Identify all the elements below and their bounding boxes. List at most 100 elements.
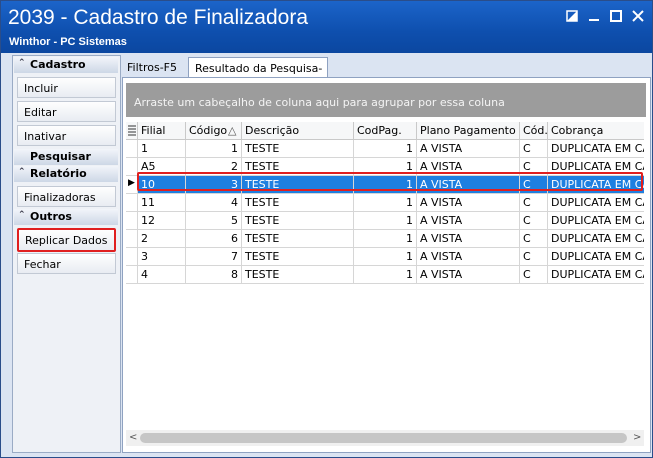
column-header-plano-pagamento[interactable]: Plano Pagamento [417, 122, 520, 139]
row-indicator[interactable] [126, 212, 138, 229]
row-indicator[interactable] [126, 140, 138, 157]
cell-plano-pagamento[interactable]: A VISTA [417, 176, 520, 193]
table-row[interactable]: 4 8 TESTE 1 A VISTA C DUPLICATA EM CAR [126, 266, 644, 284]
cell-filial[interactable]: 4 [138, 266, 186, 283]
cell-filial[interactable]: 11 [138, 194, 186, 211]
section-pesquisar[interactable]: Pesquisar [14, 149, 118, 165]
cell-descricao[interactable]: TESTE [242, 176, 354, 193]
cell-codpag[interactable]: 1 [354, 158, 417, 175]
cell-plano-pagamento[interactable]: A VISTA [417, 248, 520, 265]
cell-plano-pagamento[interactable]: A VISTA [417, 266, 520, 283]
cell-descricao[interactable]: TESTE [242, 266, 354, 283]
cell-descricao[interactable]: TESTE [242, 140, 354, 157]
table-row[interactable]: 3 7 TESTE 1 A VISTA C DUPLICATA EM CAR [126, 248, 644, 266]
cell-plano-pagamento[interactable]: A VISTA [417, 230, 520, 247]
column-header-cobranca[interactable]: Cobrança [548, 122, 644, 139]
maximize-icon[interactable] [606, 9, 626, 27]
table-row[interactable]: ▶ 10 3 TESTE 1 A VISTA C DUPLICATA EM CA [126, 176, 644, 194]
cell-cobranca[interactable]: DUPLICATA EM CAR [548, 230, 644, 247]
cell-cod[interactable]: C [520, 248, 548, 265]
cell-codigo[interactable]: 3 [186, 176, 242, 193]
cell-cobranca[interactable]: DUPLICATA EM CAR [548, 212, 644, 229]
horizontal-scrollbar[interactable]: < > [126, 430, 644, 446]
cell-plano-pagamento[interactable]: A VISTA [417, 158, 520, 175]
cell-filial[interactable]: 12 [138, 212, 186, 229]
row-indicator[interactable] [126, 194, 138, 211]
cell-filial[interactable]: 3 [138, 248, 186, 265]
cell-cod[interactable]: C [520, 158, 548, 175]
cell-cod[interactable]: C [520, 140, 548, 157]
editar-button[interactable]: Editar [17, 101, 116, 122]
scroll-right-icon[interactable]: > [633, 432, 641, 443]
cell-cod[interactable]: C [520, 194, 548, 211]
cell-descricao[interactable]: TESTE [242, 248, 354, 265]
restore-icon[interactable] [562, 9, 582, 27]
table-row[interactable]: 1 1 TESTE 1 A VISTA C DUPLICATA EM CAR [126, 140, 644, 158]
row-indicator[interactable] [126, 230, 138, 247]
cell-descricao[interactable]: TESTE [242, 230, 354, 247]
scroll-left-icon[interactable]: < [129, 432, 137, 443]
cell-descricao[interactable]: TESTE [242, 158, 354, 175]
cell-cobranca[interactable]: DUPLICATA EM CAR [548, 140, 644, 157]
cell-plano-pagamento[interactable]: A VISTA [417, 140, 520, 157]
incluir-button[interactable]: Incluir [17, 77, 116, 98]
column-header-codpag[interactable]: CodPag. [354, 122, 417, 139]
scroll-thumb[interactable] [140, 433, 627, 443]
table-row[interactable]: 12 5 TESTE 1 A VISTA C DUPLICATA EM CAR [126, 212, 644, 230]
column-header-codigo[interactable]: Código △ [186, 122, 242, 139]
column-header-filial[interactable]: Filial [138, 122, 186, 139]
cell-codigo[interactable]: 1 [186, 140, 242, 157]
cell-cobranca[interactable]: DUPLICATA EM CAR [548, 266, 644, 283]
tab-filtros[interactable]: Filtros-F5 [122, 57, 182, 77]
cell-codpag[interactable]: 1 [354, 230, 417, 247]
cell-codpag[interactable]: 1 [354, 194, 417, 211]
finalizadoras-button[interactable]: Finalizadoras [17, 186, 116, 207]
cell-codigo[interactable]: 2 [186, 158, 242, 175]
cell-plano-pagamento[interactable]: A VISTA [417, 194, 520, 211]
cell-cod[interactable]: C [520, 176, 548, 193]
section-outros[interactable]: ⌃ Outros [14, 209, 118, 225]
cell-codpag[interactable]: 1 [354, 176, 417, 193]
close-icon[interactable] [628, 9, 648, 27]
cell-cobranca[interactable]: DUPLICATA EM CAR [548, 248, 644, 265]
cell-codpag[interactable]: 1 [354, 212, 417, 229]
cell-cod[interactable]: C [520, 266, 548, 283]
minimize-icon[interactable] [584, 9, 604, 27]
column-header-cod[interactable]: Cód. [520, 122, 548, 139]
cell-cobranca[interactable]: DUPLICATA EM CAR [548, 158, 644, 175]
cell-codigo[interactable]: 8 [186, 266, 242, 283]
group-by-panel[interactable]: Arraste um cabeçalho de coluna aqui para… [126, 83, 646, 117]
inativar-button[interactable]: Inativar [17, 125, 116, 146]
row-indicator[interactable] [126, 266, 138, 283]
tab-resultado[interactable]: Resultado da Pesquisa-F6 [188, 57, 328, 88]
cell-cod[interactable]: C [520, 230, 548, 247]
cell-descricao[interactable]: TESTE [242, 212, 354, 229]
cell-filial[interactable]: A5 [138, 158, 186, 175]
cell-codigo[interactable]: 5 [186, 212, 242, 229]
cell-codigo[interactable]: 6 [186, 230, 242, 247]
cell-filial[interactable]: 10 [138, 176, 186, 193]
replicar-dados-button[interactable]: Replicar Dados [17, 228, 116, 252]
cell-descricao[interactable]: TESTE [242, 194, 354, 211]
cell-codigo[interactable]: 4 [186, 194, 242, 211]
column-chooser-icon[interactable] [126, 122, 138, 139]
cell-filial[interactable]: 1 [138, 140, 186, 157]
table-row[interactable]: A5 2 TESTE 1 A VISTA C DUPLICATA EM CAR [126, 158, 644, 176]
cell-codpag[interactable]: 1 [354, 140, 417, 157]
section-cadastro[interactable]: ⌃ Cadastro [14, 57, 118, 73]
cell-codigo[interactable]: 7 [186, 248, 242, 265]
table-row[interactable]: 2 6 TESTE 1 A VISTA C DUPLICATA EM CAR [126, 230, 644, 248]
table-row[interactable]: 11 4 TESTE 1 A VISTA C DUPLICATA EM CAR [126, 194, 644, 212]
row-indicator[interactable] [126, 158, 138, 175]
cell-cobranca[interactable]: DUPLICATA EM CA [548, 176, 644, 193]
fechar-button[interactable]: Fechar [17, 253, 116, 274]
row-indicator[interactable] [126, 248, 138, 265]
cell-plano-pagamento[interactable]: A VISTA [417, 212, 520, 229]
cell-codpag[interactable]: 1 [354, 248, 417, 265]
cell-cobranca[interactable]: DUPLICATA EM CAR [548, 194, 644, 211]
section-relatorio[interactable]: ⌃ Relatório [14, 166, 118, 182]
cell-cod[interactable]: C [520, 212, 548, 229]
cell-codpag[interactable]: 1 [354, 266, 417, 283]
row-indicator[interactable]: ▶ [126, 176, 138, 193]
cell-filial[interactable]: 2 [138, 230, 186, 247]
